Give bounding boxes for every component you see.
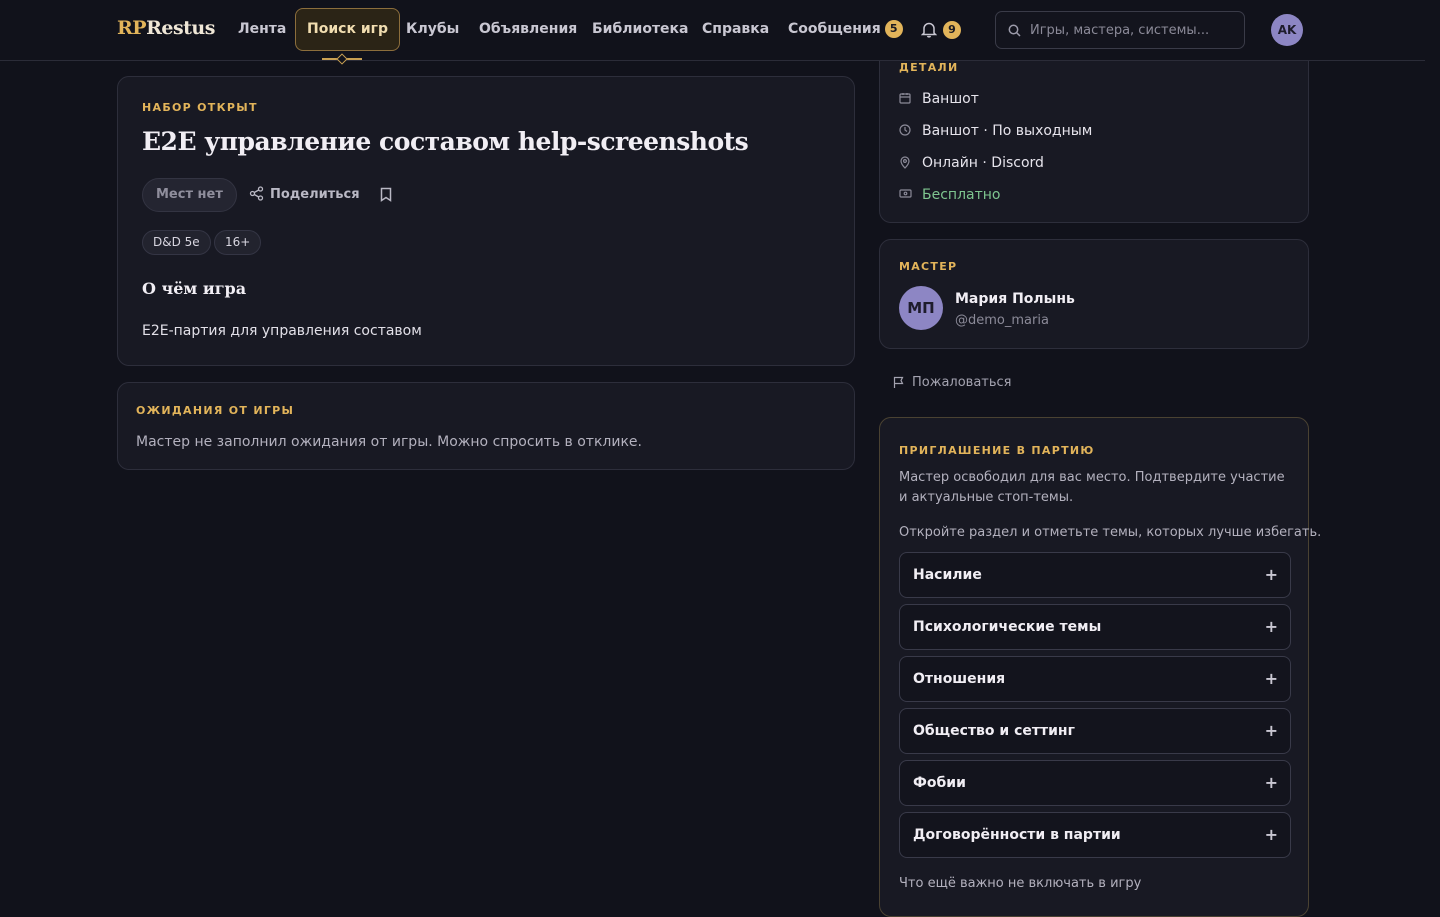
user-avatar[interactable]: AK: [1271, 14, 1303, 46]
share-label: Поделиться: [270, 187, 360, 202]
location-pin-icon: [900, 156, 910, 169]
seats-button[interactable]: Мест нет: [142, 178, 237, 212]
expectations-card: ОЖИДАНИЯ ОТ ИГРЫ Мастер не заполнил ожид…: [117, 382, 855, 470]
details-card: ДЕТАЛИ Ваншот Ваншот · По выходным Онлай…: [879, 40, 1309, 223]
expand-plus-icon: +: [1264, 773, 1278, 792]
expectations-text: Мастер не заполнил ожидания от игры. Мож…: [136, 434, 642, 450]
nav-messages-label: Сообщения: [788, 21, 881, 37]
game-card: НАБОР ОТКРЫТ E2E управление составом hel…: [117, 76, 855, 366]
extra-exclusions-label: Что ещё важно не включать в игру: [899, 876, 1142, 891]
topic-phobias[interactable]: Фобии +: [899, 760, 1291, 806]
master-card: МАСТЕР МП Мария Полынь @demo_maria: [879, 239, 1309, 349]
calendar-icon: [899, 93, 911, 104]
flag-icon: [893, 376, 904, 388]
invite-hint: Откройте раздел и отметьте темы, которых…: [899, 525, 1322, 540]
share-button[interactable]: Поделиться: [249, 185, 360, 205]
master-avatar[interactable]: МП: [899, 286, 943, 330]
bookmark-button[interactable]: [380, 187, 392, 206]
expand-plus-icon: +: [1264, 617, 1278, 636]
details-heading: ДЕТАЛИ: [899, 61, 959, 74]
report-button[interactable]: Пожаловаться: [893, 373, 1012, 393]
game-title: E2E управление составом help-screenshots: [142, 127, 749, 156]
expand-plus-icon: +: [1264, 825, 1278, 844]
search-input[interactable]: [1030, 12, 1235, 48]
topic-violence[interactable]: Насилие +: [899, 552, 1291, 598]
tag-system[interactable]: D&D 5e: [142, 230, 211, 255]
site-logo[interactable]: RPRestus: [117, 17, 215, 39]
expand-plus-icon: +: [1264, 669, 1278, 688]
share-icon: [249, 186, 264, 201]
bell-icon: [921, 22, 937, 38]
recruitment-status: НАБОР ОТКРЫТ: [142, 101, 258, 114]
expand-plus-icon: +: [1264, 565, 1278, 584]
search-box: [995, 11, 1245, 49]
ticket-icon: [899, 189, 912, 198]
nav-library[interactable]: Библиотека: [581, 8, 700, 51]
expand-plus-icon: +: [1264, 721, 1278, 740]
notifications-count-badge: 9: [943, 21, 961, 39]
about-heading: О чём игра: [142, 279, 247, 298]
tag-age-rating[interactable]: 16+: [214, 230, 262, 255]
nav-game-search[interactable]: Поиск игр: [295, 8, 400, 51]
nav-messages[interactable]: Сообщения 5: [777, 8, 914, 51]
master-handle: @demo_maria: [955, 313, 1049, 328]
invite-heading: ПРИГЛАШЕНИЕ В ПАРТИЮ: [899, 444, 1095, 457]
topic-psychological[interactable]: Психологические темы +: [899, 604, 1291, 650]
nav-announcements[interactable]: Объявления: [468, 8, 588, 51]
about-text: E2E-партия для управления составом: [142, 323, 422, 339]
active-nav-indicator: [322, 58, 362, 60]
master-heading: МАСТЕР: [899, 260, 958, 273]
bookmark-icon: [380, 187, 392, 202]
clock-icon: [899, 124, 911, 136]
top-navigation: RPRestus Лента Поиск игр Клубы Объявлени…: [0, 0, 1425, 61]
messages-count-badge: 5: [884, 20, 903, 38]
topic-society-setting[interactable]: Общество и сеттинг +: [899, 708, 1291, 754]
invite-card: ПРИГЛАШЕНИЕ В ПАРТИЮ Мастер освободил дл…: [879, 417, 1321, 917]
search-icon: [1008, 24, 1021, 37]
nav-feed[interactable]: Лента: [227, 8, 297, 51]
invite-text: Мастер освободил для вас место. Подтверд…: [899, 470, 1285, 505]
topic-relationships[interactable]: Отношения +: [899, 656, 1291, 702]
nav-clubs[interactable]: Клубы: [395, 8, 470, 51]
report-label: Пожаловаться: [912, 375, 1012, 390]
topic-party-agreements[interactable]: Договорённости в партии +: [899, 812, 1291, 858]
nav-help[interactable]: Справка: [691, 8, 780, 51]
expectations-heading: ОЖИДАНИЯ ОТ ИГРЫ: [136, 404, 295, 417]
notifications-button[interactable]: 9: [919, 20, 965, 42]
master-name[interactable]: Мария Полынь: [955, 291, 1075, 307]
